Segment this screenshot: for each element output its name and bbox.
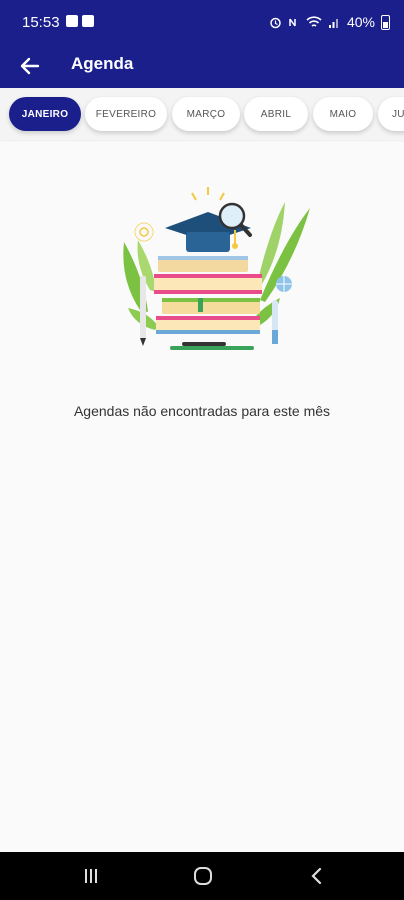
home-button[interactable] [189,864,217,888]
arrow-left-icon [20,57,40,75]
empty-state-message: Agendas não encontradas para este mês [73,403,331,419]
status-time: 15:53 [22,14,60,31]
tab-junho[interactable]: JU [378,97,404,131]
tab-marco[interactable]: MARÇO [172,97,240,131]
status-right: 40% [269,14,390,30]
back-button[interactable] [14,50,46,82]
recents-button[interactable] [77,864,105,888]
app-bar: Agenda [0,44,404,88]
books-graduation-cap-illustration [110,180,320,360]
system-navigation-bar [0,852,404,900]
tab-maio[interactable]: MAIO [313,97,373,131]
battery-icon [381,14,390,30]
month-tabs[interactable]: JANEIRO FEVEREIRO MARÇO ABRIL MAIO JU [0,88,404,140]
chevron-left-icon [311,867,322,885]
checkbox-notification-icon [82,15,94,27]
mute-icon [289,18,296,26]
alarm-icon [270,17,281,28]
status-bar: 15:53 40% [0,0,404,44]
recents-icon [85,869,97,883]
page-title: Agenda [71,54,134,73]
battery-percentage: 40% [346,14,375,30]
system-back-button[interactable] [303,864,331,888]
message-notification-icon [66,15,78,27]
notification-icons [66,15,94,27]
tab-abril[interactable]: ABRIL [244,97,308,131]
signal-icon [328,18,338,28]
home-icon [194,867,212,885]
tab-fevereiro[interactable]: FEVEREIRO [85,97,167,131]
wifi-icon [306,15,322,27]
tab-janeiro[interactable]: JANEIRO [9,97,81,131]
